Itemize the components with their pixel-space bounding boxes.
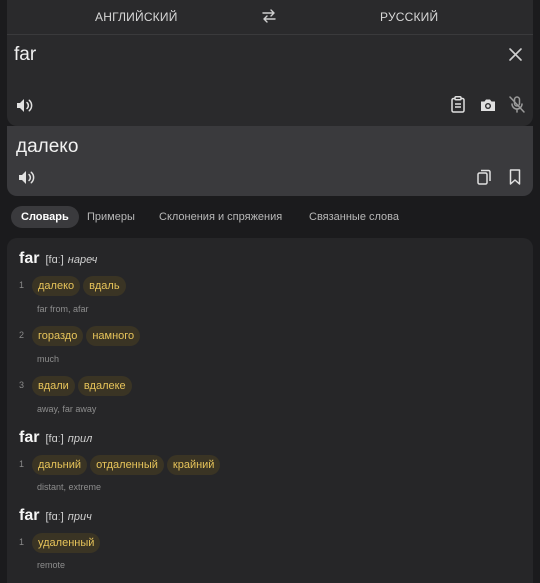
tab-related-words[interactable]: Связанные слова <box>309 206 399 228</box>
sense-gloss: distant, extreme <box>37 482 102 492</box>
bookmark-icon[interactable] <box>509 169 521 185</box>
copy-icon[interactable] <box>477 169 491 185</box>
dictionary-card: far [fɑː] нареч 1 далеко вдаль far from, af… <box>7 238 533 583</box>
part-of-speech: прич <box>67 511 92 523</box>
translation-text: далеко <box>16 136 79 157</box>
source-input[interactable]: far <box>14 44 36 66</box>
tab-dictionary[interactable]: Словарь <box>11 206 79 228</box>
sense-number: 2 <box>19 330 25 340</box>
tab-declensions[interactable]: Склонения и спряжения <box>159 206 282 228</box>
entry-header: far [fɑː] нареч <box>19 250 97 268</box>
speaker-icon[interactable] <box>18 170 35 185</box>
entry-header: far [fɑː] прич <box>19 507 92 525</box>
source-language-button[interactable]: АНГЛИЙСКИЙ <box>95 10 178 24</box>
sense-gloss: much <box>37 354 60 364</box>
translation-chip[interactable]: крайний <box>166 455 221 475</box>
clipboard-icon[interactable] <box>451 96 465 113</box>
sense-number: 3 <box>19 380 25 390</box>
target-language-button[interactable]: РУССКИЙ <box>380 10 438 24</box>
translation-chip[interactable]: гораздо <box>32 326 84 346</box>
translation-chip[interactable]: намного <box>86 326 141 346</box>
transcription: [fɑː] <box>45 433 64 445</box>
tab-examples[interactable]: Примеры <box>87 206 135 228</box>
sense-number: 1 <box>19 459 25 469</box>
transcription: [fɑː] <box>45 254 64 266</box>
sense-gloss: remote <box>37 560 66 570</box>
camera-icon[interactable] <box>480 98 496 112</box>
language-bar: АНГЛИЙСКИЙ РУССКИЙ <box>7 0 533 35</box>
translation-chip[interactable]: вдаль <box>83 276 126 296</box>
translation-chip[interactable]: вдалеке <box>77 376 132 396</box>
headword: far <box>19 250 40 267</box>
sense-gloss: away, far away <box>37 404 97 414</box>
output-card: далеко <box>7 126 533 196</box>
part-of-speech: нареч <box>67 254 98 266</box>
headword: far <box>19 429 40 446</box>
entry-header: far [fɑː] прил <box>19 429 92 447</box>
translation-chip[interactable]: дальний <box>32 455 88 475</box>
translation-chip[interactable]: отдаленный <box>90 455 164 475</box>
sense-gloss: far from, afar <box>37 304 89 314</box>
mic-off-icon[interactable] <box>509 96 525 113</box>
translation-chip[interactable]: далеко <box>32 276 81 296</box>
part-of-speech: прил <box>67 433 93 445</box>
swap-languages-icon[interactable] <box>262 9 276 23</box>
transcription: [fɑː] <box>45 511 64 523</box>
sense-number: 1 <box>19 280 25 290</box>
translation-chip[interactable]: удаленный <box>32 533 101 553</box>
input-card: АНГЛИЙСКИЙ РУССКИЙ far <box>7 0 533 126</box>
translation-chip[interactable]: вдали <box>32 376 75 396</box>
speaker-icon[interactable] <box>16 98 33 113</box>
sense-number: 1 <box>19 537 25 547</box>
clear-icon[interactable] <box>508 47 523 62</box>
headword: far <box>19 507 40 524</box>
